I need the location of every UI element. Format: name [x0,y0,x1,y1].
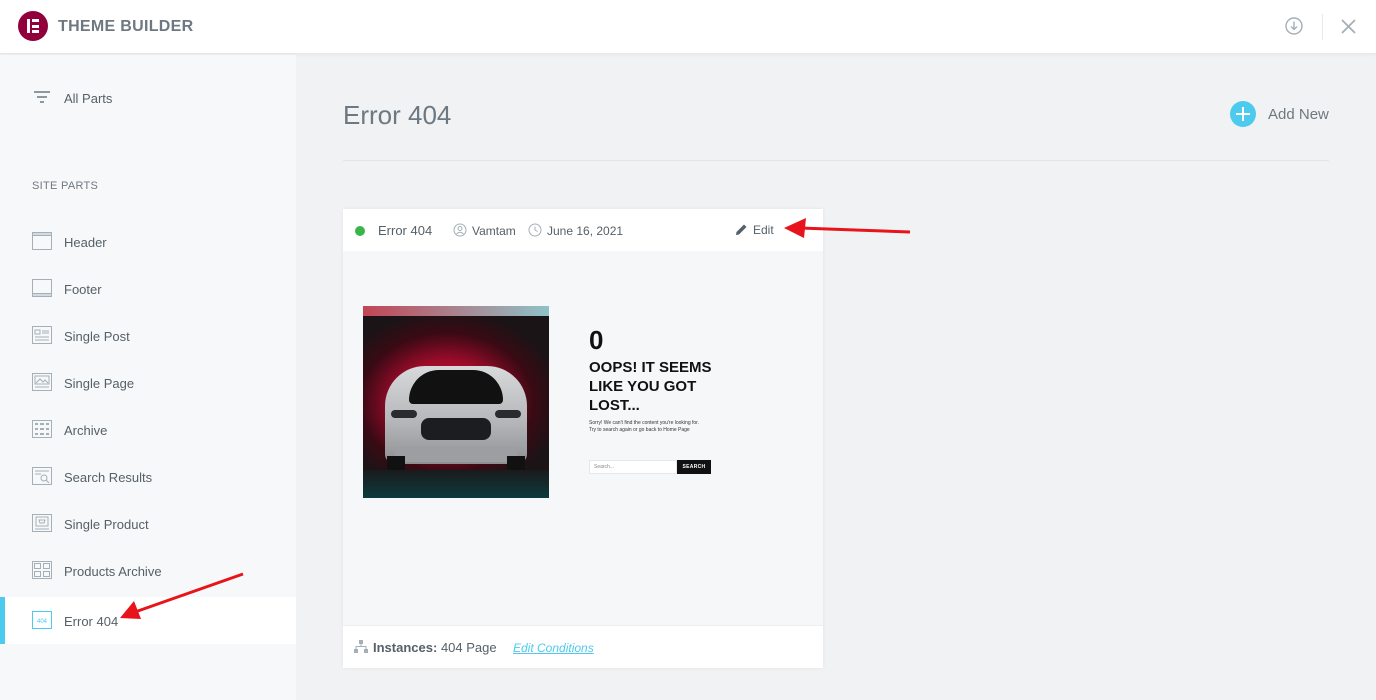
sidebar-item-header[interactable]: Header [0,218,296,265]
pencil-icon [736,224,747,235]
header-divider [343,160,1329,161]
edit-conditions-link[interactable]: Edit Conditions [513,641,594,655]
sidebar-item-label: Products Archive [64,564,162,579]
sidebar-item-single-page[interactable]: Single Page [0,359,296,406]
download-icon[interactable] [1285,17,1303,35]
clock-icon [528,223,542,237]
elementor-logo [18,11,48,41]
toolbar-divider [1322,14,1323,40]
add-new-button[interactable]: Add New [1230,101,1340,127]
preview-text: Sorry! We can't find the content you're … [589,420,699,433]
preview-big-digit: 0 [589,325,604,355]
sidebar-item-products-archive[interactable]: Products Archive [0,547,296,594]
search-results-icon [32,467,52,485]
close-icon[interactable] [1340,18,1357,35]
all-parts-button[interactable]: All Parts [0,81,296,115]
add-new-label: Add New [1268,106,1329,123]
sidebar-item-label: Header [64,235,107,250]
archive-icon [32,420,52,438]
card-title: Error 404 [378,223,433,238]
filter-icon [34,91,50,103]
preview-search-button: SEARCH [677,460,711,474]
all-parts-label: All Parts [64,91,113,106]
sidebar-item-archive[interactable]: Archive [0,406,296,453]
app-title: THEME BUILDER [58,18,194,35]
header-icon [32,232,52,250]
sidebar-item-label: Single Post [64,329,130,344]
plus-icon [1230,101,1256,127]
card-author: Vamtam [472,224,516,238]
sidebar-item-error-404[interactable]: 404 Error 404 [0,597,296,644]
products-archive-icon [32,561,52,579]
sidebar-item-label: Error 404 [64,614,119,629]
hierarchy-icon [354,640,368,653]
edit-button[interactable]: Edit [735,221,785,239]
single-product-icon [32,514,52,532]
sidebar-item-label: Single Product [64,517,149,532]
svg-text:404: 404 [37,619,48,625]
card-date: June 16, 2021 [547,224,624,238]
site-parts-heading: SITE PARTS [32,180,99,192]
sidebar-item-label: Search Results [64,470,153,485]
sidebar-item-label: Footer [64,282,102,297]
footer-icon [32,279,52,297]
sidebar-item-label: Single Page [64,376,135,391]
edit-label: Edit [753,223,774,237]
sidebar-item-single-product[interactable]: Single Product [0,500,296,547]
user-icon [453,223,467,237]
sidebar-item-search-results[interactable]: Search Results [0,453,296,500]
status-dot [355,226,365,236]
card-footer: Instances: 404 Page Edit Conditions [343,625,823,668]
sidebar-item-single-post[interactable]: Single Post [0,312,296,359]
error-404-icon: 404 [32,611,52,629]
preview-search-input: Search... [589,460,677,474]
car-image [363,306,549,498]
single-post-icon [32,326,52,344]
sidebar: All Parts SITE PARTS Header Footer Singl… [0,55,296,700]
page-title: Error 404 [343,100,452,130]
template-preview[interactable]: 0 OOPS! IT SEEMS LIKE YOU GOT LOST... So… [343,251,823,625]
template-card: Error 404 Vamtam June 16, 2021 Edit 0 OO… [343,209,823,668]
sidebar-item-label: Archive [64,423,108,438]
preview-heading: OOPS! IT SEEMS LIKE YOU GOT LOST... [589,359,712,414]
top-bar: THEME BUILDER [0,0,1376,54]
single-page-icon [32,373,52,391]
sidebar-item-footer[interactable]: Footer [0,265,296,312]
instances-text: Instances: 404 Page [373,640,497,655]
card-header: Error 404 Vamtam June 16, 2021 Edit [343,209,823,251]
